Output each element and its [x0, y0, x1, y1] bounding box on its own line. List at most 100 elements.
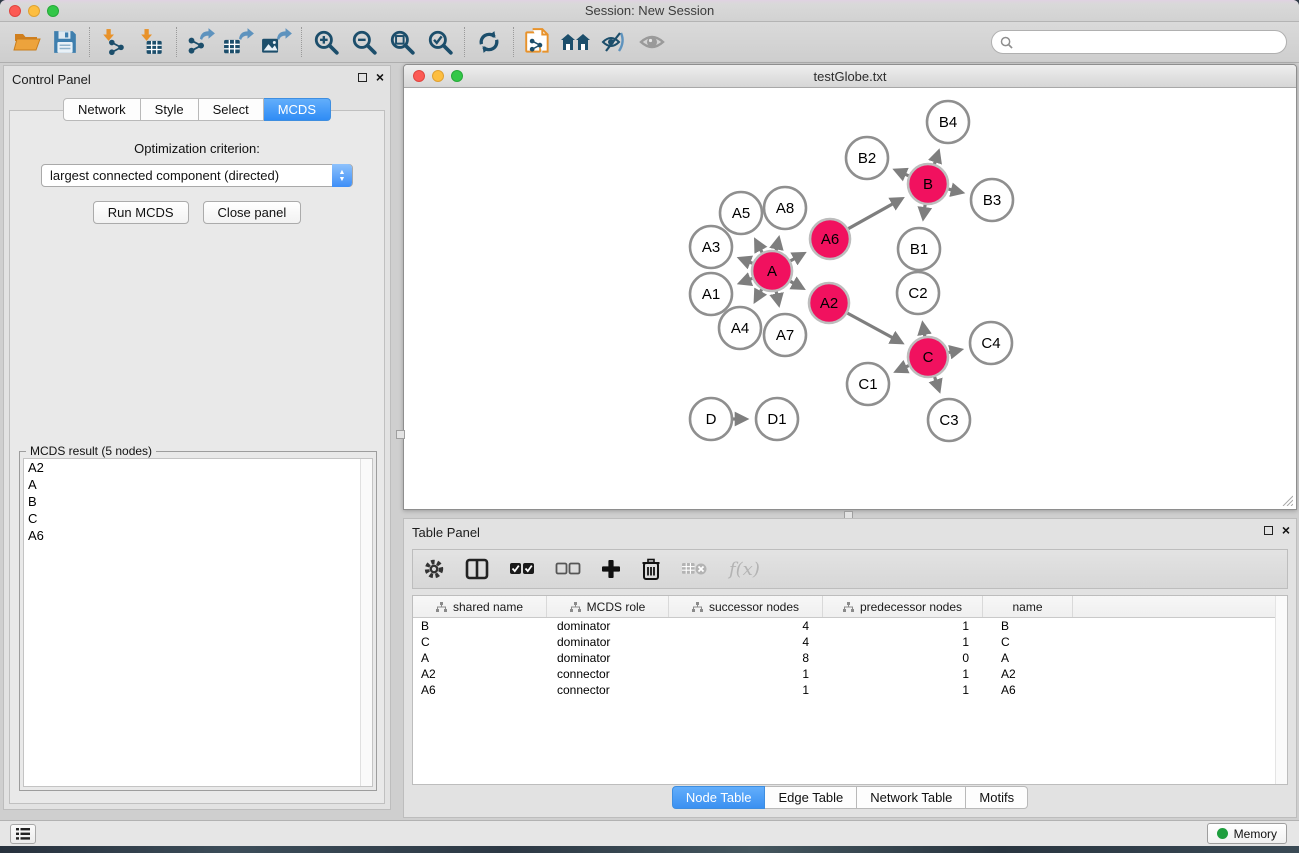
cell-predecessor-nodes[interactable]: 0: [823, 650, 983, 666]
import-network-icon[interactable]: [95, 25, 133, 59]
column-header-successor-nodes[interactable]: successor nodes: [669, 596, 823, 617]
cell-name[interactable]: B: [983, 618, 1073, 634]
graph-edge-B-B4[interactable]: [934, 153, 938, 165]
hide-selected-icon[interactable]: [595, 25, 633, 59]
export-image-icon[interactable]: [258, 25, 296, 59]
zoom-out-icon[interactable]: [345, 25, 383, 59]
network-window-titlebar[interactable]: testGlobe.txt: [404, 65, 1296, 88]
table-row[interactable]: Cdominator41C: [413, 634, 1287, 650]
graph-node-D[interactable]: D: [690, 398, 732, 440]
graph-node-C1[interactable]: C1: [847, 363, 889, 405]
table-row[interactable]: Bdominator41B: [413, 618, 1287, 634]
graph-edge-C-C3[interactable]: [935, 377, 939, 390]
tab-select[interactable]: Select: [199, 98, 264, 121]
cell-shared-name[interactable]: A2: [413, 666, 547, 682]
graph-edge-B-B1[interactable]: [923, 205, 925, 218]
graph-node-A8[interactable]: A8: [764, 187, 806, 229]
graph-edge-B-B2[interactable]: [896, 171, 908, 176]
network-graph[interactable]: B4B2BB3A5A8A6B1A3AA1C2A2A4A7C4CC1C3DD1: [405, 89, 1295, 508]
graph-node-A7[interactable]: A7: [764, 314, 806, 356]
cell-shared-name[interactable]: C: [413, 634, 547, 650]
table-scrollbar[interactable]: [1275, 596, 1287, 784]
float-table-panel-icon[interactable]: [1264, 526, 1273, 535]
graph-node-A3[interactable]: A3: [690, 226, 732, 268]
cell-MCDS-role[interactable]: connector: [547, 666, 669, 682]
close-panel-icon[interactable]: ×: [376, 72, 384, 82]
result-list-scrollbar[interactable]: [360, 459, 372, 786]
import-table-icon[interactable]: [133, 25, 171, 59]
tab-edge-table[interactable]: Edge Table: [765, 786, 857, 809]
cell-predecessor-nodes[interactable]: 1: [823, 618, 983, 634]
cell-successor-nodes[interactable]: 8: [669, 650, 823, 666]
task-history-button[interactable]: [10, 824, 36, 844]
network-canvas[interactable]: B4B2BB3A5A8A6B1A3AA1C2A2A4A7C4CC1C3DD1: [405, 89, 1295, 508]
graph-edge-A6-B[interactable]: [848, 199, 901, 229]
close-panel-button[interactable]: Close panel: [203, 201, 302, 224]
tab-node-table[interactable]: Node Table: [672, 786, 766, 809]
result-list-item[interactable]: A2: [24, 459, 372, 476]
cell-name[interactable]: A: [983, 650, 1073, 666]
graph-node-C3[interactable]: C3: [928, 399, 970, 441]
tab-network[interactable]: Network: [63, 98, 141, 121]
search-input[interactable]: [1018, 35, 1278, 49]
column-header-predecessor-nodes[interactable]: predecessor nodes: [823, 596, 983, 617]
select-all-columns-icon[interactable]: [509, 561, 535, 577]
graph-edge-C-C1[interactable]: [897, 366, 909, 371]
graph-edge-B-B3[interactable]: [948, 189, 961, 192]
graph-edge-A-A8[interactable]: [776, 239, 778, 250]
close-table-panel-icon[interactable]: ×: [1282, 525, 1290, 535]
tab-network-table[interactable]: Network Table: [857, 786, 966, 809]
graph-node-B4[interactable]: B4: [927, 101, 969, 143]
column-header-name[interactable]: name: [983, 596, 1073, 617]
cell-MCDS-role[interactable]: dominator: [547, 634, 669, 650]
graph-node-A2[interactable]: A2: [809, 283, 849, 323]
new-network-from-selection-icon[interactable]: [519, 25, 557, 59]
window-resize-grip[interactable]: [1279, 492, 1293, 506]
cell-successor-nodes[interactable]: 4: [669, 634, 823, 650]
cell-shared-name[interactable]: A: [413, 650, 547, 666]
graph-node-B[interactable]: B: [908, 164, 948, 204]
graph-edge-A-A2[interactable]: [790, 281, 802, 288]
graph-edge-A2-C[interactable]: [847, 313, 900, 342]
show-all-icon[interactable]: [633, 25, 671, 59]
graph-edge-A-A6[interactable]: [790, 254, 803, 261]
graph-edge-C-C2[interactable]: [923, 325, 925, 337]
graph-node-A[interactable]: A: [752, 251, 792, 291]
result-list-item[interactable]: A6: [24, 527, 372, 544]
open-file-icon[interactable]: [8, 25, 46, 59]
cell-name[interactable]: C: [983, 634, 1073, 650]
cell-shared-name[interactable]: A6: [413, 682, 547, 698]
graph-edge-C-C4[interactable]: [949, 350, 960, 353]
graph-edge-A-A3[interactable]: [741, 259, 753, 264]
table-row[interactable]: A2connector11A2: [413, 666, 1287, 682]
graph-node-B2[interactable]: B2: [846, 137, 888, 179]
cell-name[interactable]: A6: [983, 682, 1073, 698]
table-row[interactable]: Adominator80A: [413, 650, 1287, 666]
table-settings-icon[interactable]: [423, 558, 445, 580]
graph-node-A5[interactable]: A5: [720, 192, 762, 234]
vertical-divider-handle[interactable]: [396, 430, 405, 439]
float-panel-icon[interactable]: [358, 73, 367, 82]
graph-node-A4[interactable]: A4: [719, 307, 761, 349]
column-browser-icon[interactable]: [465, 558, 489, 580]
memory-button[interactable]: Memory: [1207, 823, 1287, 844]
delete-column-icon[interactable]: [641, 558, 661, 580]
run-mcds-button[interactable]: Run MCDS: [93, 201, 189, 224]
graph-node-A6[interactable]: A6: [810, 219, 850, 259]
export-network-icon[interactable]: [182, 25, 220, 59]
zoom-selected-icon[interactable]: [421, 25, 459, 59]
cell-shared-name[interactable]: B: [413, 618, 547, 634]
cell-predecessor-nodes[interactable]: 1: [823, 634, 983, 650]
result-list-item[interactable]: C: [24, 510, 372, 527]
tab-mcds[interactable]: MCDS: [264, 98, 331, 121]
graph-node-D1[interactable]: D1: [756, 398, 798, 440]
graph-edge-A-A4[interactable]: [756, 289, 762, 300]
graph-node-B1[interactable]: B1: [898, 228, 940, 270]
graph-node-C4[interactable]: C4: [970, 322, 1012, 364]
cell-MCDS-role[interactable]: connector: [547, 682, 669, 698]
cell-successor-nodes[interactable]: 1: [669, 666, 823, 682]
refresh-layout-icon[interactable]: [470, 25, 508, 59]
first-neighbors-icon[interactable]: [557, 25, 595, 59]
graph-node-C[interactable]: C: [908, 337, 948, 377]
table-row[interactable]: A6connector11A6: [413, 682, 1287, 698]
